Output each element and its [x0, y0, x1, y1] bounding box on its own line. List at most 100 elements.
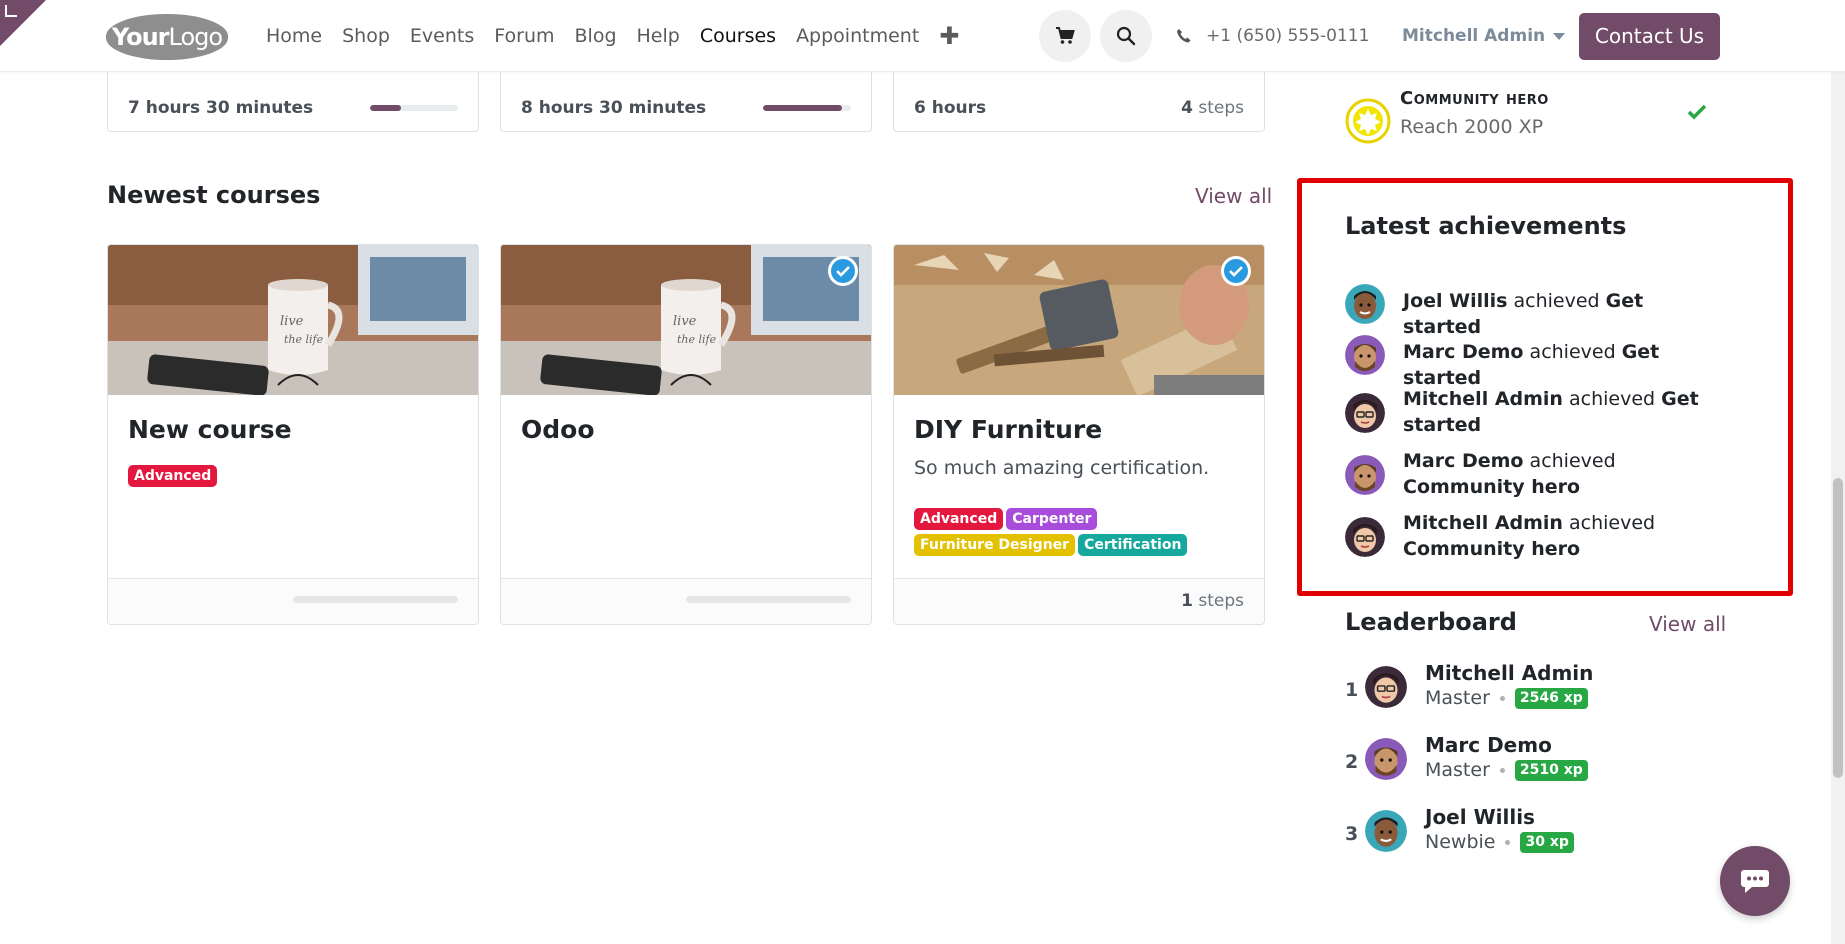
achievement-connector: achieved — [1529, 450, 1616, 472]
tag-carpenter[interactable]: Carpenter — [1006, 508, 1098, 530]
achievement-connector: achieved — [1513, 290, 1600, 312]
scrollbar-thumb[interactable] — [1833, 478, 1843, 778]
tag-certification[interactable]: Certification — [1078, 534, 1188, 556]
course-duration: 8 hours 30 minutes — [521, 98, 707, 118]
achievement-user[interactable]: Mitchell Admin — [1403, 512, 1563, 534]
contact-us-button[interactable]: Contact Us — [1579, 13, 1720, 60]
progress-bar — [370, 105, 458, 111]
achievement-item: Mitchell Admin achieved Community hero — [1345, 510, 1725, 562]
cart-icon — [1056, 27, 1075, 44]
tag-furniture-designer[interactable]: Furniture Designer — [914, 534, 1076, 556]
leaderboard-rank: 3 — [1345, 823, 1359, 845]
course-duration: 7 hours 30 minutes — [128, 98, 314, 118]
course-card-partial[interactable]: 6 hours 4 steps — [893, 70, 1265, 132]
chat-icon — [1741, 870, 1769, 893]
svg-text:live: live — [673, 314, 697, 329]
course-duration: 6 hours — [914, 98, 987, 118]
add-menu-icon[interactable]: ✚ — [939, 22, 959, 50]
user-name: Mitchell Admin — [1402, 26, 1546, 46]
leaderboard-level: Master — [1425, 687, 1490, 709]
course-card[interactable]: live the life New course Advanced — [107, 244, 479, 625]
verified-check-icon — [1221, 256, 1251, 286]
leaderboard-name: Marc Demo — [1425, 733, 1552, 757]
achievement-badge[interactable]: Community hero — [1403, 476, 1580, 498]
badge-description: Reach 2000 XP — [1400, 116, 1544, 138]
cart-button[interactable] — [1039, 10, 1091, 62]
site-logo[interactable]: YourLogo — [106, 14, 228, 60]
avatar[interactable] — [1345, 517, 1385, 557]
course-title[interactable]: Odoo — [521, 415, 595, 444]
course-tags: Advanced — [128, 465, 220, 491]
live-chat-button[interactable] — [1720, 846, 1790, 916]
course-image-mug: live the life — [501, 245, 871, 395]
leaderboard-level: Newbie — [1425, 831, 1496, 853]
progress-bar — [763, 105, 851, 111]
tag-advanced[interactable]: Advanced — [128, 465, 218, 487]
phone-icon — [1177, 29, 1191, 43]
achievement-user[interactable]: Marc Demo — [1403, 450, 1524, 472]
nav-events[interactable]: Events — [410, 25, 474, 47]
course-steps: 4 steps — [1181, 98, 1244, 118]
achievement-item: Joel Willis achieved Get started — [1345, 282, 1725, 338]
course-card[interactable]: live the life Odoo — [500, 244, 872, 625]
nav-appointment[interactable]: Appointment — [796, 25, 919, 47]
check-icon — [1687, 104, 1707, 120]
leaderboard-rank: 1 — [1345, 679, 1359, 701]
achievement-user[interactable]: Joel Willis — [1403, 290, 1507, 312]
avatar — [1365, 810, 1407, 852]
search-button[interactable] — [1100, 10, 1152, 62]
badge-medal-icon — [1345, 98, 1391, 144]
course-tags: Advanced Carpenter Furniture Designer Certi… — [914, 508, 1254, 560]
newest-courses-title: Newest courses — [107, 181, 321, 209]
phone-contact[interactable]: +1 (650) 555-0111 — [1176, 0, 1369, 72]
leaderboard-item[interactable]: 3 Joel Willis Newbie 30 xp — [1345, 805, 1725, 867]
leaderboard-item[interactable]: 2 Marc Demo Master 2510 xp — [1345, 733, 1725, 795]
course-card-partial[interactable]: 8 hours 30 minutes — [500, 70, 872, 132]
progress-bar-empty — [293, 596, 458, 603]
nav-blog[interactable]: Blog — [575, 25, 617, 47]
svg-text:the life: the life — [284, 333, 324, 346]
svg-text:the life: the life — [677, 333, 717, 346]
xp-badge: 2546 xp — [1514, 687, 1588, 709]
leaderboard-name: Joel Willis — [1425, 805, 1535, 829]
nav-courses[interactable]: Courses — [700, 25, 776, 47]
search-icon — [1116, 26, 1136, 46]
nav-home[interactable]: Home — [266, 25, 322, 47]
course-footer: 1 steps — [894, 578, 1264, 624]
nav-shop[interactable]: Shop — [342, 25, 390, 47]
leaderboard-view-all-link[interactable]: View all — [1649, 612, 1726, 636]
user-menu[interactable]: Mitchell Admin — [1402, 0, 1566, 72]
course-card[interactable]: DIY Furniture So much amazing certificat… — [893, 244, 1265, 625]
avatar[interactable] — [1345, 455, 1385, 495]
corner-icon — [5, 5, 17, 17]
leaderboard-item[interactable]: 1 Mitchell Admin Master 2546 xp — [1345, 661, 1725, 723]
chevron-down-icon — [1553, 32, 1566, 40]
achievement-connector: achieved — [1529, 341, 1616, 363]
badge-item[interactable]: Community hero Reach 2000 XP — [1345, 84, 1725, 146]
newest-view-all-link[interactable]: View all — [1195, 184, 1272, 208]
leaderboard-level: Master — [1425, 759, 1490, 781]
achievement-connector: achieved — [1569, 512, 1656, 534]
leaderboard-name: Mitchell Admin — [1425, 661, 1594, 685]
course-card-partial[interactable]: 7 hours 30 minutes — [107, 70, 479, 132]
course-steps: 1 steps — [1181, 591, 1244, 611]
tag-advanced[interactable]: Advanced — [914, 508, 1004, 530]
avatar — [1365, 738, 1407, 780]
course-footer — [108, 578, 478, 624]
course-image-woodwork — [894, 245, 1264, 395]
leaderboard-title: Leaderboard — [1345, 608, 1517, 636]
nav-forum[interactable]: Forum — [494, 25, 554, 47]
avatar[interactable] — [1345, 393, 1385, 433]
course-title[interactable]: New course — [128, 415, 292, 444]
site-header: YourLogo Home Shop Events Forum Blog Hel… — [0, 0, 1845, 72]
achievement-item: Mitchell Admin achieved Get started — [1345, 386, 1725, 438]
avatar[interactable] — [1345, 284, 1385, 324]
main-nav: Home Shop Events Forum Blog Help Courses… — [266, 0, 959, 72]
achievement-badge[interactable]: Community hero — [1403, 538, 1580, 560]
avatar[interactable] — [1345, 335, 1385, 375]
achievement-user[interactable]: Mitchell Admin — [1403, 388, 1563, 410]
page-scrollbar[interactable] — [1831, 0, 1845, 944]
nav-help[interactable]: Help — [637, 25, 680, 47]
achievement-user[interactable]: Marc Demo — [1403, 341, 1524, 363]
course-title[interactable]: DIY Furniture — [914, 415, 1102, 444]
